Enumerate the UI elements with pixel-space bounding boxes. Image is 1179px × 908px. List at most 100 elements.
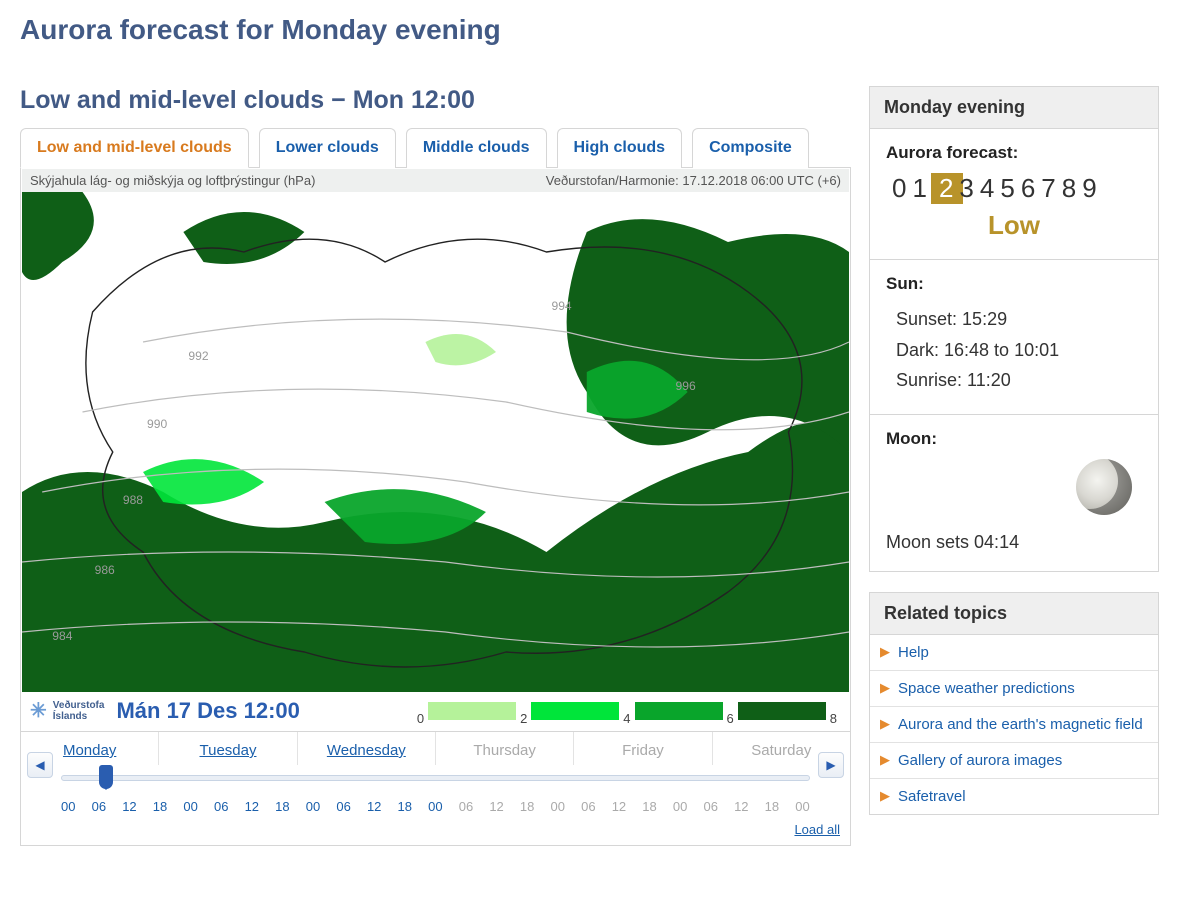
timeline-day-wednesday[interactable]: Wednesday — [298, 732, 436, 765]
timeline-slider[interactable] — [61, 769, 810, 793]
legend-tick-0: 0 — [413, 711, 428, 726]
timeline-thumb[interactable] — [99, 765, 113, 789]
timeline-next-button[interactable]: ▶ — [818, 752, 844, 778]
related-link[interactable]: Help — [898, 644, 929, 661]
timeline-hour[interactable]: 18 — [765, 799, 779, 814]
related-link[interactable]: Safetravel — [898, 788, 966, 805]
timeline-day-thursday: Thursday — [436, 732, 574, 765]
logo-icon: ✳ — [30, 700, 47, 722]
legend-tick-2: 2 — [516, 711, 531, 726]
cloud-cover-map[interactable]: 984 986 988 990 992 994 996 — [22, 192, 849, 692]
aurora-scale: 0123456789 — [886, 173, 1142, 204]
map-header-left: Skýjahula lág- og miðskýja og loftþrýsti… — [30, 173, 315, 188]
timeline-hour[interactable]: 00 — [183, 799, 197, 814]
moon-sets-line: Moon sets 04:14 — [886, 532, 1142, 553]
tab-middle-clouds[interactable]: Middle clouds — [406, 128, 547, 168]
svg-text:994: 994 — [551, 299, 571, 313]
sidebar: Monday evening Aurora forecast: 01234567… — [869, 86, 1159, 835]
tab-low-mid-clouds[interactable]: Low and mid-level clouds — [20, 128, 249, 168]
timeline-hour[interactable]: 12 — [245, 799, 259, 814]
related-topics-box: Related topics ▶ Help ▶ Space weather predi… — [869, 592, 1159, 815]
timeline-hour[interactable]: 12 — [734, 799, 748, 814]
vedurstofa-logo: ✳ VeðurstofaÍslands — [30, 700, 104, 722]
timeline-hour[interactable]: 00 — [673, 799, 687, 814]
timeline-hour[interactable]: 12 — [612, 799, 626, 814]
timeline-hour[interactable]: 06 — [92, 799, 106, 814]
page-title: Aurora forecast for Monday evening — [20, 14, 1179, 46]
related-item[interactable]: ▶ Safetravel — [870, 779, 1158, 814]
timeline-hour[interactable]: 00 — [428, 799, 442, 814]
timeline-hour[interactable]: 12 — [367, 799, 381, 814]
related-link[interactable]: Gallery of aurora images — [898, 752, 1062, 769]
triangle-icon: ▶ — [880, 788, 890, 805]
map-panel: Skýjahula lág- og miðskýja og loftþrýsti… — [20, 168, 851, 732]
section-title: Low and mid-level clouds − Mon 12:00 — [20, 86, 851, 115]
main-column: Low and mid-level clouds − Mon 12:00 Low… — [20, 86, 851, 846]
timeline-hour[interactable]: 12 — [122, 799, 136, 814]
timeline-hour[interactable]: 12 — [489, 799, 503, 814]
legend-tick-4: 4 — [619, 711, 634, 726]
timeline-hour[interactable]: 18 — [642, 799, 656, 814]
timeline-hour[interactable]: 06 — [703, 799, 717, 814]
cloud-tabs: Low and mid-level clouds Lower clouds Mi… — [20, 127, 851, 168]
forecast-box-title: Monday evening — [870, 87, 1158, 129]
sunset-line: Sunset: 15:29 — [896, 304, 1142, 335]
dark-line: Dark: 16:48 to 10:01 — [896, 335, 1142, 366]
related-item[interactable]: ▶ Aurora and the earth's magnetic field — [870, 707, 1158, 743]
timeline: Monday Tuesday Wednesday Thursday Friday… — [20, 732, 851, 846]
svg-text:992: 992 — [188, 349, 208, 363]
legend-swatch-2 — [531, 702, 619, 720]
timeline-hour[interactable]: 18 — [398, 799, 412, 814]
map-footer: ✳ VeðurstofaÍslands Mán 17 Des 12:00 0 2… — [22, 692, 849, 730]
timeline-hour[interactable]: 00 — [795, 799, 809, 814]
svg-text:984: 984 — [52, 629, 72, 643]
aurora-scale-word: Low — [886, 210, 1142, 241]
timeline-day-friday: Friday — [574, 732, 712, 765]
related-item[interactable]: ▶ Gallery of aurora images — [870, 743, 1158, 779]
forecast-box: Monday evening Aurora forecast: 01234567… — [869, 86, 1159, 572]
timeline-hour[interactable]: 00 — [306, 799, 320, 814]
triangle-icon: ▶ — [880, 644, 890, 661]
related-link[interactable]: Space weather predictions — [898, 680, 1075, 697]
timeline-hour[interactable]: 18 — [520, 799, 534, 814]
aurora-forecast-label: Aurora forecast: — [886, 143, 1142, 163]
legend-swatch-4 — [738, 702, 826, 720]
timeline-hour[interactable]: 06 — [336, 799, 350, 814]
tab-composite[interactable]: Composite — [692, 128, 809, 168]
svg-text:990: 990 — [147, 417, 167, 431]
timeline-days: Monday Tuesday Wednesday Thursday Friday… — [21, 732, 850, 765]
timeline-hour[interactable]: 06 — [214, 799, 228, 814]
map-time-caption: Mán 17 Des 12:00 — [116, 698, 299, 724]
timeline-hour[interactable]: 18 — [275, 799, 289, 814]
tab-lower-clouds[interactable]: Lower clouds — [259, 128, 396, 168]
timeline-hour[interactable]: 18 — [153, 799, 167, 814]
timeline-hour[interactable]: 06 — [459, 799, 473, 814]
related-topics-list: ▶ Help ▶ Space weather predictions ▶ Aurora a… — [870, 635, 1158, 814]
cloud-legend: 0 2 4 6 8 — [413, 702, 841, 720]
related-item[interactable]: ▶ Help — [870, 635, 1158, 671]
svg-text:996: 996 — [676, 379, 696, 393]
svg-text:988: 988 — [123, 493, 143, 507]
svg-text:986: 986 — [95, 563, 115, 577]
load-all-link[interactable]: Load all — [794, 822, 840, 837]
related-item[interactable]: ▶ Space weather predictions — [870, 671, 1158, 707]
legend-swatch-3 — [635, 702, 723, 720]
related-link[interactable]: Aurora and the earth's magnetic field — [898, 716, 1143, 733]
moon-label: Moon: — [886, 429, 1142, 449]
triangle-icon: ▶ — [880, 752, 890, 769]
moon-phase-icon — [1076, 459, 1132, 515]
map-header: Skýjahula lág- og miðskýja og loftþrýsti… — [22, 169, 849, 192]
triangle-icon: ▶ — [880, 680, 890, 697]
triangle-icon: ▶ — [880, 716, 890, 733]
timeline-hour[interactable]: 00 — [61, 799, 75, 814]
timeline-prev-button[interactable]: ◀ — [27, 752, 53, 778]
timeline-hour[interactable]: 06 — [581, 799, 595, 814]
legend-tick-6: 6 — [723, 711, 738, 726]
tab-high-clouds[interactable]: High clouds — [557, 128, 683, 168]
map-header-right: Veðurstofan/Harmonie: 17.12.2018 06:00 U… — [546, 173, 841, 188]
legend-swatch-1 — [428, 702, 516, 720]
timeline-day-tuesday[interactable]: Tuesday — [159, 732, 297, 765]
timeline-hour[interactable]: 00 — [551, 799, 565, 814]
related-topics-title: Related topics — [870, 593, 1158, 635]
sun-label: Sun: — [886, 274, 1142, 294]
